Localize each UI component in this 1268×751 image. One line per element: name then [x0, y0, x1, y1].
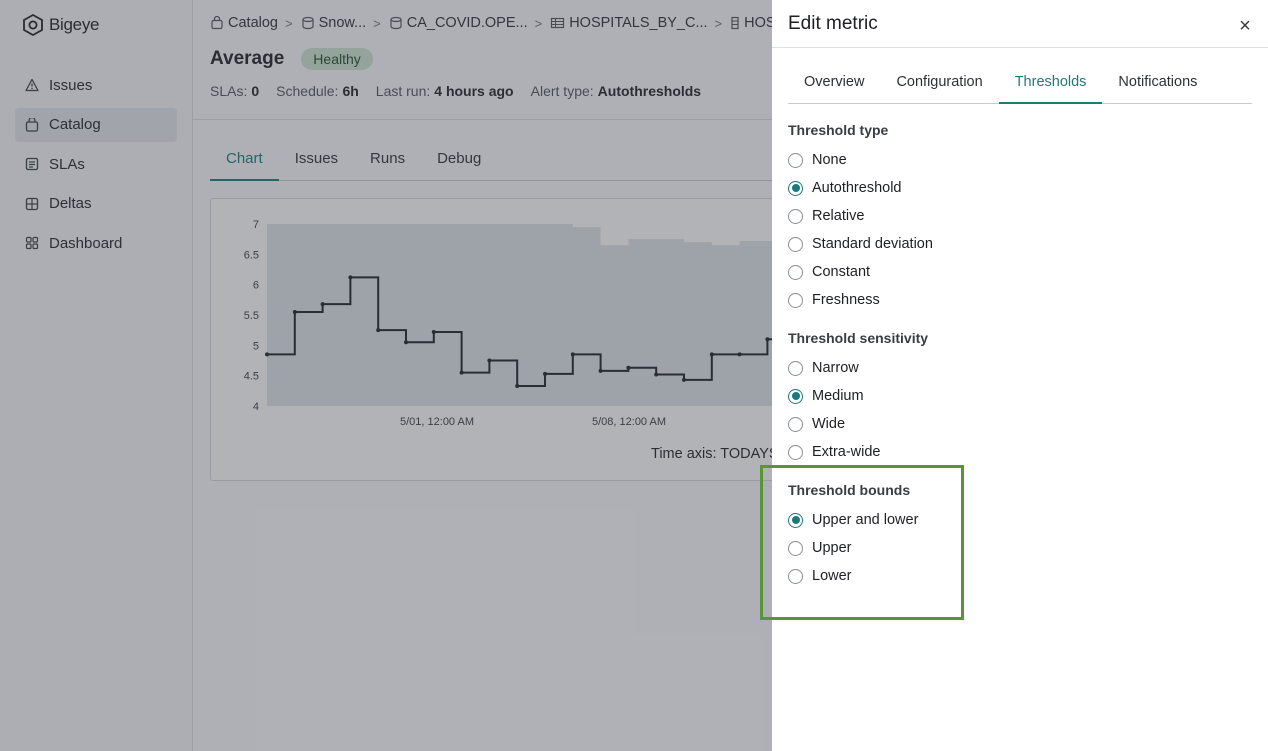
radio-sensitivity-narrow[interactable]: Narrow	[788, 360, 859, 376]
radio-circle[interactable]	[788, 444, 803, 460]
radio-label: Extra-wide	[812, 444, 881, 460]
tab-notifications[interactable]: Notifications	[1102, 62, 1213, 104]
radio-circle[interactable]	[788, 388, 803, 404]
radio-circle[interactable]	[788, 264, 803, 280]
radio-circle[interactable]	[788, 180, 803, 196]
radio-threshold-freshness[interactable]: Freshness	[788, 292, 880, 308]
radio-sensitivity-extra-wide[interactable]: Extra-wide	[788, 444, 881, 460]
radio-label: Relative	[812, 208, 865, 224]
radio-circle[interactable]	[788, 416, 803, 432]
radio-label: None	[812, 152, 847, 168]
radio-threshold-autothreshold[interactable]: Autothreshold	[788, 180, 901, 196]
tab-overview[interactable]: Overview	[788, 62, 880, 104]
edit-metric-drawer: Edit metric × Overview Configuration Thr…	[772, 0, 1268, 751]
radio-label: Narrow	[812, 360, 859, 376]
radio-label: Medium	[812, 388, 864, 404]
radio-circle[interactable]	[788, 360, 803, 376]
radio-threshold-relative[interactable]: Relative	[788, 208, 864, 224]
radio-threshold-none[interactable]: None	[788, 152, 847, 168]
highlight-box	[760, 465, 964, 620]
radio-label: Standard deviation	[812, 236, 933, 252]
radio-circle[interactable]	[788, 208, 803, 224]
close-icon[interactable]: ×	[1234, 15, 1256, 37]
radio-circle[interactable]	[788, 292, 803, 308]
radio-label: Freshness	[812, 292, 880, 308]
threshold-type-heading: Threshold type	[788, 122, 889, 138]
divider	[772, 47, 1268, 48]
radio-label: Autothreshold	[812, 180, 902, 196]
tab-thresholds[interactable]: Thresholds	[998, 62, 1103, 104]
radio-sensitivity-wide[interactable]: Wide	[788, 416, 845, 432]
tab-configuration[interactable]: Configuration	[880, 62, 998, 104]
radio-label: Wide	[812, 416, 846, 432]
threshold-sensitivity-heading: Threshold sensitivity	[788, 330, 929, 346]
drawer-tabs: Overview Configuration Thresholds Notifi…	[788, 62, 1252, 104]
radio-label: Constant	[812, 264, 871, 280]
modal-backdrop[interactable]	[0, 0, 772, 751]
drawer-title: Edit metric	[788, 13, 878, 34]
radio-threshold-constant[interactable]: Constant	[788, 264, 870, 280]
radio-sensitivity-medium[interactable]: Medium	[788, 388, 864, 404]
radio-circle[interactable]	[788, 152, 803, 168]
radio-threshold-standard-deviation[interactable]: Standard deviation	[788, 236, 933, 252]
radio-circle[interactable]	[788, 236, 803, 252]
